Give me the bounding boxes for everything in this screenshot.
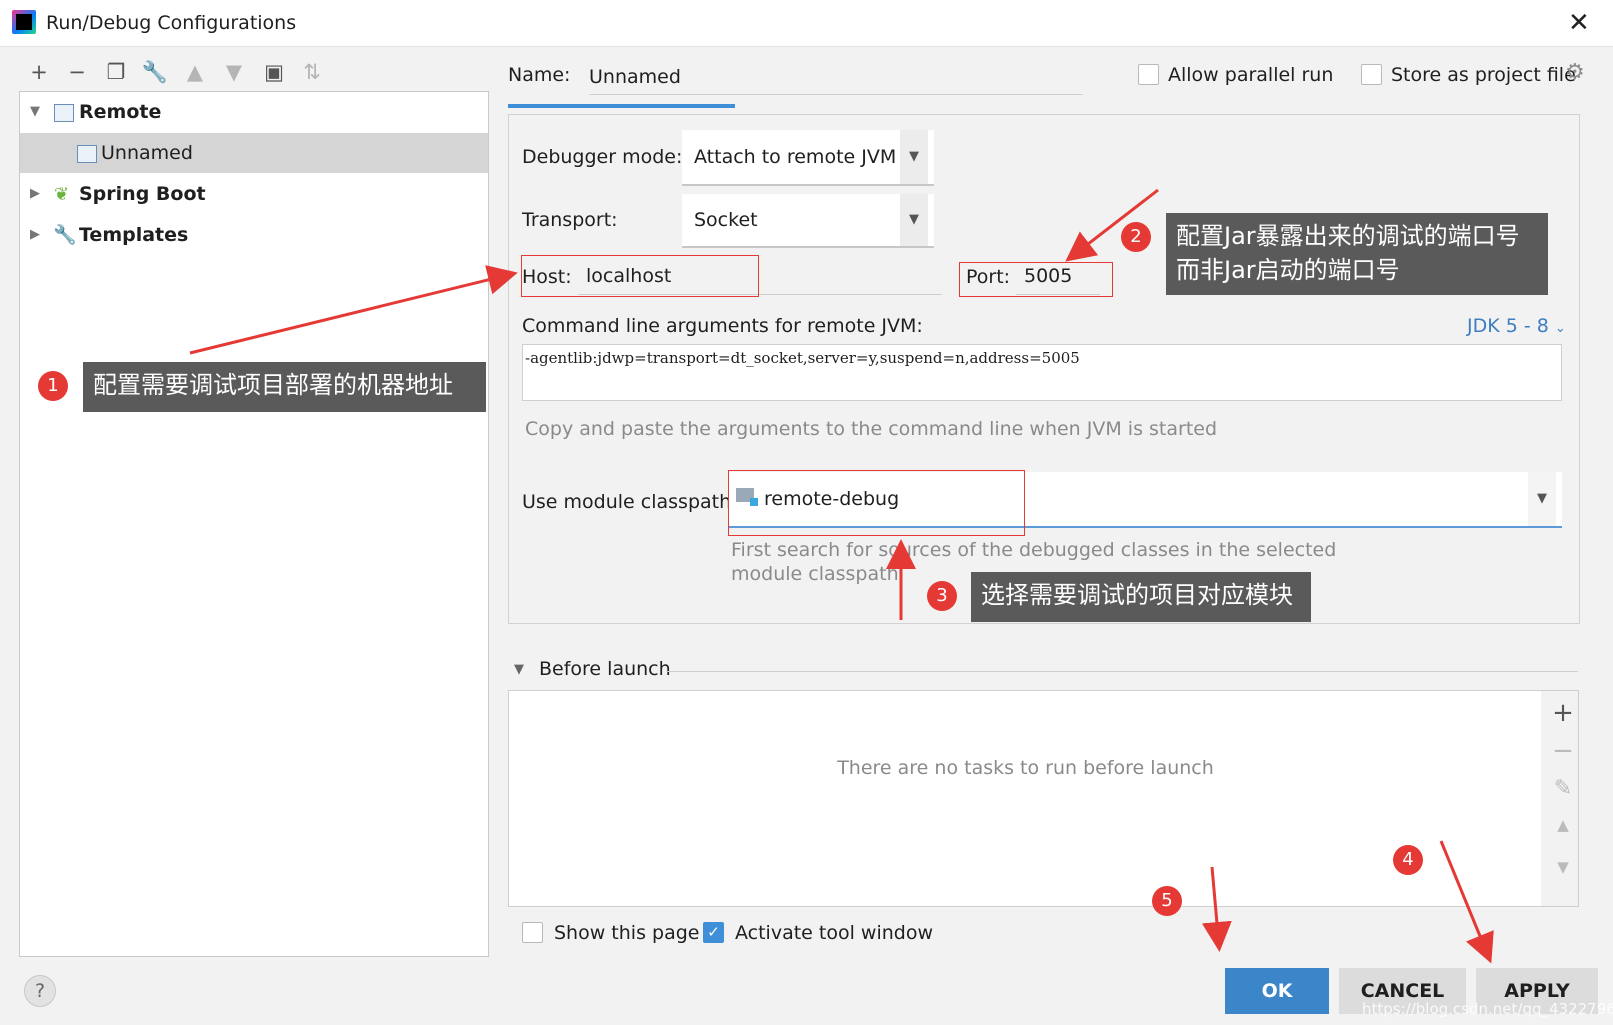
annotation-badge-5: 5 bbox=[1152, 886, 1182, 916]
annotation-callout-2-line1: 配置Jar暴露出来的调试的端口号 bbox=[1176, 222, 1520, 250]
annotation-callout-2: 配置Jar暴露出来的调试的端口号 而非Jar启动的端口号 bbox=[1166, 213, 1548, 295]
annotation-callout-2-line2: 而非Jar启动的端口号 bbox=[1176, 256, 1400, 284]
annotation-badge-2: 2 bbox=[1121, 222, 1151, 252]
annotation-arrow-4 bbox=[1439, 840, 1494, 964]
annotation-arrow-1 bbox=[189, 265, 518, 355]
annotation-arrows bbox=[189, 188, 1494, 964]
annotation-badge-3: 3 bbox=[927, 581, 957, 611]
watermark-text: https://blog.csdn.net/qq_43227967 bbox=[1362, 1000, 1613, 1018]
annotation-badge-4: 4 bbox=[1393, 845, 1423, 875]
annotation-arrow-5 bbox=[1201, 866, 1232, 952]
annotation-callout-1: 配置需要调试项目部署的机器地址 bbox=[83, 362, 486, 412]
annotation-badge-1: 1 bbox=[38, 371, 68, 401]
annotation-callout-3: 选择需要调试的项目对应模块 bbox=[971, 572, 1311, 622]
